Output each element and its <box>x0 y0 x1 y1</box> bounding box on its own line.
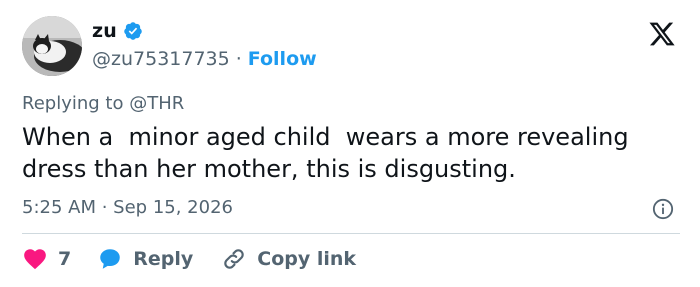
tweet-text: When a minor aged child wears a more rev… <box>22 123 637 183</box>
author-handle-row: @zu75317735 · Follow <box>92 48 317 70</box>
avatar[interactable] <box>22 16 82 76</box>
tweet-time: 5:25 AM <box>22 197 96 218</box>
speech-bubble-icon <box>100 249 120 269</box>
timestamp-separator: · <box>96 197 114 218</box>
link-icon <box>224 249 244 269</box>
x-logo-icon[interactable] <box>648 20 676 48</box>
author-handle[interactable]: @zu75317735 <box>92 48 230 70</box>
author-display-name[interactable]: zu <box>92 20 117 42</box>
handle-separator: · <box>235 48 242 70</box>
replying-mention-link[interactable]: @THR <box>129 93 184 114</box>
like-count: 7 <box>58 248 72 270</box>
avatar-cat-image <box>22 16 82 76</box>
info-icon[interactable] <box>652 198 674 220</box>
reply-label: Reply <box>133 248 194 270</box>
copy-link-button[interactable]: Copy link <box>221 246 356 272</box>
replying-prefix: Replying to <box>22 93 130 114</box>
replying-to-line: Replying to @THR <box>22 93 184 114</box>
tweet-date: Sep 15, 2026 <box>113 197 233 218</box>
like-button[interactable]: 7 <box>22 246 71 272</box>
tweet-actions-bar: 7 Reply Copy link <box>22 246 356 272</box>
verified-badge-icon <box>123 21 143 41</box>
copy-link-label: Copy link <box>257 248 357 270</box>
tweet-timestamp[interactable]: 5:25 AM · Sep 15, 2026 <box>22 197 233 218</box>
reply-button[interactable]: Reply <box>97 246 193 272</box>
divider <box>22 233 680 234</box>
author-name-row: zu <box>92 20 143 42</box>
heart-icon <box>24 249 46 270</box>
follow-button[interactable]: Follow <box>248 48 317 70</box>
